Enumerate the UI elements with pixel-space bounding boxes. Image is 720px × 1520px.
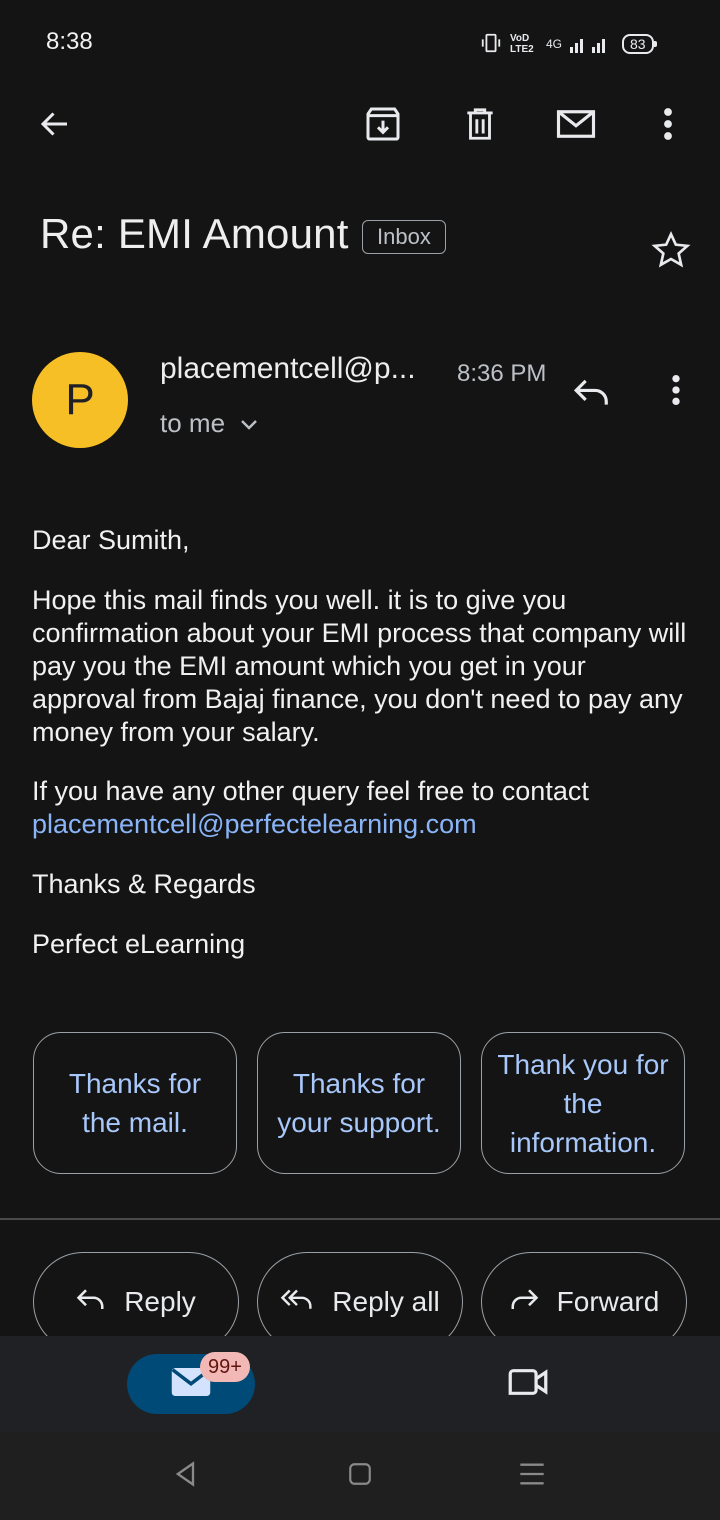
reply-all-label: Reply all xyxy=(332,1286,440,1317)
more-vert-icon xyxy=(662,106,674,147)
more-vert-icon xyxy=(670,373,682,412)
mark-unread-button[interactable] xyxy=(552,102,600,150)
email-time: 8:36 PM xyxy=(457,360,547,387)
reply-icon xyxy=(76,1286,106,1318)
forward-icon xyxy=(509,1286,539,1318)
smart-reply-chip[interactable]: Thank you for the information. xyxy=(481,1032,685,1174)
sender-name[interactable]: placementcell@p... xyxy=(160,352,416,386)
vibrate-icon xyxy=(480,32,502,57)
contact-email-link[interactable]: placementcell@perfectelearning.com xyxy=(32,808,692,841)
arrow-left-icon xyxy=(37,106,73,147)
mail-icon xyxy=(555,106,597,147)
archive-icon xyxy=(363,104,403,149)
email-subject: Re: EMI Amount xyxy=(40,210,349,257)
chevron-down-icon xyxy=(239,408,259,439)
reply-all-icon xyxy=(280,1286,314,1318)
system-home-button[interactable] xyxy=(336,1452,384,1500)
email-signature: Perfect eLearning xyxy=(32,929,246,959)
reply-label: Reply xyxy=(124,1286,196,1317)
status-icons: VoD LTE2 4G 83 xyxy=(480,30,657,58)
reply-icon xyxy=(573,377,611,412)
status-time: 8:38 xyxy=(46,28,93,55)
email-closing: Thanks & Regards xyxy=(32,869,256,899)
triangle-back-icon xyxy=(172,1460,200,1493)
sender-avatar[interactable]: P xyxy=(32,352,128,448)
menu-lines-icon xyxy=(518,1461,546,1492)
reply-icon-button[interactable] xyxy=(568,370,616,418)
smart-reply-chip[interactable]: Thanks for the mail. xyxy=(33,1032,237,1174)
more-options-button[interactable] xyxy=(644,102,692,150)
bottom-navigation xyxy=(0,1336,720,1432)
video-camera-icon xyxy=(507,1366,549,1403)
back-button[interactable] xyxy=(31,102,79,150)
archive-button[interactable] xyxy=(359,102,407,150)
signal-icon xyxy=(570,33,610,56)
trash-icon xyxy=(461,104,499,149)
square-home-icon xyxy=(347,1461,373,1492)
inbox-label-chip[interactable]: Inbox xyxy=(362,220,446,254)
forward-label: Forward xyxy=(556,1286,660,1317)
email-paragraph: Hope this mail finds you well. it is to … xyxy=(32,585,687,747)
system-back-button[interactable] xyxy=(162,1452,210,1500)
system-recents-button[interactable] xyxy=(508,1452,556,1500)
volte-indicator: VoD LTE2 xyxy=(510,33,534,55)
unread-count-badge: 99+ xyxy=(200,1352,250,1382)
email-greeting: Dear Sumith, xyxy=(32,525,190,555)
star-button[interactable] xyxy=(647,228,695,276)
battery-indicator: 83 xyxy=(622,34,657,54)
email-paragraph-contact: If you have any other query feel free to… xyxy=(32,776,589,806)
meet-tab[interactable] xyxy=(504,1360,552,1408)
recipient-details[interactable]: to me xyxy=(160,408,259,439)
delete-button[interactable] xyxy=(456,102,504,150)
network-type: 4G xyxy=(546,37,563,51)
star-icon xyxy=(651,230,691,275)
recipient-label: to me xyxy=(160,408,226,438)
smart-reply-chip[interactable]: Thanks for your support. xyxy=(257,1032,461,1174)
divider xyxy=(0,1218,720,1220)
message-more-button[interactable] xyxy=(652,368,700,416)
